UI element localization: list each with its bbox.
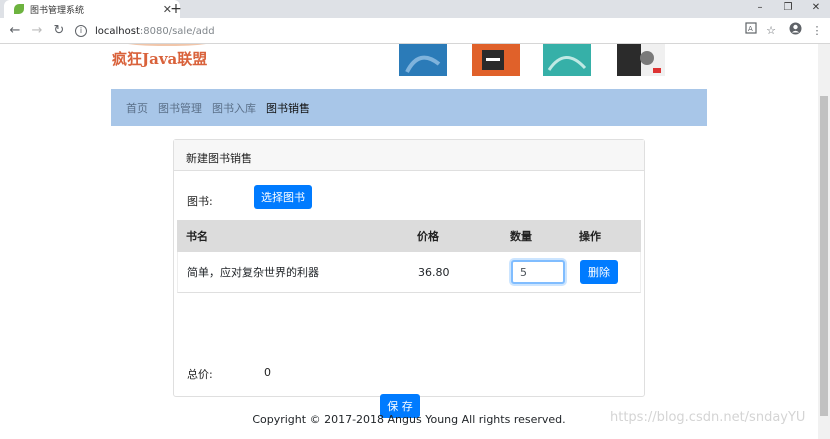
browser-tabstrip: 图书管理系统 ✕ + – ❐ ✕ [0,0,830,18]
price-cell: 36.80 [418,265,450,279]
svg-text:A: A [748,25,753,33]
restore-icon[interactable]: ❐ [774,0,802,18]
book-cover-image [472,44,520,76]
book-title-cell: 简单，应对复杂世界的利器 [187,266,319,279]
info-icon[interactable]: i [75,25,87,37]
total-label: 总价: [187,368,213,381]
url-path: :8080/sale/add [139,25,215,37]
delete-button[interactable]: 删除 [580,260,618,284]
nav-item-book-management[interactable]: 图书管理 [158,100,202,116]
url-host: localhost [95,25,140,37]
nav-item-book-sales[interactable]: 图书销售 [266,100,310,116]
scrollbar-thumb[interactable] [820,96,828,416]
book-cover-image [617,44,665,76]
page-viewport: 疯狂Java联盟 首页 图书管理 图书入库 图书销售 新建图书销售 图书: 选择… [0,44,818,439]
account-icon[interactable] [786,22,804,40]
nav-item-home[interactable]: 首页 [126,100,148,116]
total-value: 0 [264,366,271,379]
vertical-scrollbar[interactable] [818,44,830,439]
quantity-input[interactable] [511,260,565,284]
menu-icon[interactable]: ⋮ [808,22,826,40]
card-header: 新建图书销售 [174,140,644,171]
watermark-text: https://blog.csdn.net/sndayYU [610,410,806,425]
minimize-icon[interactable]: – [746,0,774,18]
table-header: 书名 价格 数量 操作 [177,220,641,252]
translate-icon[interactable]: A [742,22,760,40]
table-row: 简单，应对复杂世界的利器 36.80 删除 [177,252,641,293]
book-cover-image [543,44,591,76]
forward-icon[interactable]: → [28,22,46,40]
main-navbar: 首页 图书管理 图书入库 图书销售 [111,89,707,126]
book-label: 图书: [187,195,213,208]
reload-icon[interactable]: ↻ [50,22,68,40]
address-bar[interactable]: i localhost :8080/sale/add [75,21,755,41]
book-cover-image [399,44,447,76]
column-header-title: 书名 [186,230,208,243]
window-close-icon[interactable]: ✕ [802,0,830,18]
select-book-button[interactable]: 选择图书 [254,185,312,209]
column-header-price: 价格 [417,230,439,243]
new-tab-icon[interactable]: + [168,0,184,18]
leaf-icon [14,4,24,14]
logo-decoration [122,44,212,46]
browser-tab[interactable]: 图书管理系统 ✕ [4,0,180,18]
tab-title: 图书管理系统 [30,5,85,16]
sale-items-table: 书名 价格 数量 操作 简单，应对复杂世界的利器 36.80 删除 [177,220,641,293]
nav-item-book-stock-in[interactable]: 图书入库 [212,100,256,116]
site-logo[interactable]: 疯狂Java联盟 [112,48,207,69]
column-header-quantity: 数量 [510,230,532,243]
new-sale-card: 新建图书销售 图书: 选择图书 书名 价格 数量 操作 简单，应对复杂世界的利器… [173,139,645,418]
back-icon[interactable]: ← [6,22,24,40]
star-icon[interactable]: ☆ [762,22,780,40]
column-header-action: 操作 [579,230,601,243]
browser-toolbar: ← → ↻ i localhost :8080/sale/add A ☆ ⋮ [0,18,830,44]
